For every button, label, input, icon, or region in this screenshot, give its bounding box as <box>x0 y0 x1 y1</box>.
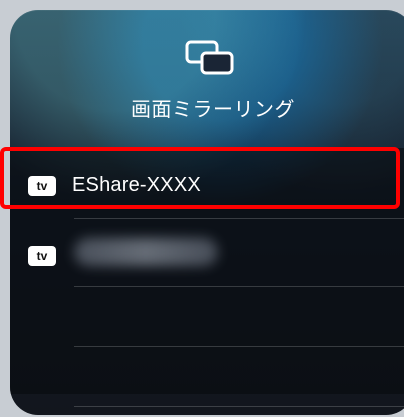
list-divider <box>74 406 404 407</box>
device-name: EShare-XXXX <box>72 174 201 196</box>
device-row-eshare[interactable]: tv EShare-XXXX <box>10 158 404 214</box>
apple-tv-icon-label: tv <box>36 179 48 193</box>
obscured-device-name <box>74 238 218 266</box>
apple-tv-icon: tv <box>28 176 56 196</box>
page-title: 画面ミラーリング <box>131 99 295 121</box>
device-list: tv EShare-XXXX tv <box>10 148 404 407</box>
device-row-obscured[interactable]: tv <box>10 226 404 282</box>
apple-tv-icon-label: tv <box>36 249 48 263</box>
list-divider <box>74 218 404 219</box>
list-divider <box>74 286 404 287</box>
screen-mirroring-screen: 画面ミラーリング tv EShare-XXXX tv <box>0 0 404 417</box>
screen-mirroring-panel: 画面ミラーリング tv EShare-XXXX tv <box>10 10 404 415</box>
list-divider <box>74 346 404 347</box>
screen-mirroring-icon <box>185 40 234 75</box>
apple-tv-icon: tv <box>28 246 56 266</box>
